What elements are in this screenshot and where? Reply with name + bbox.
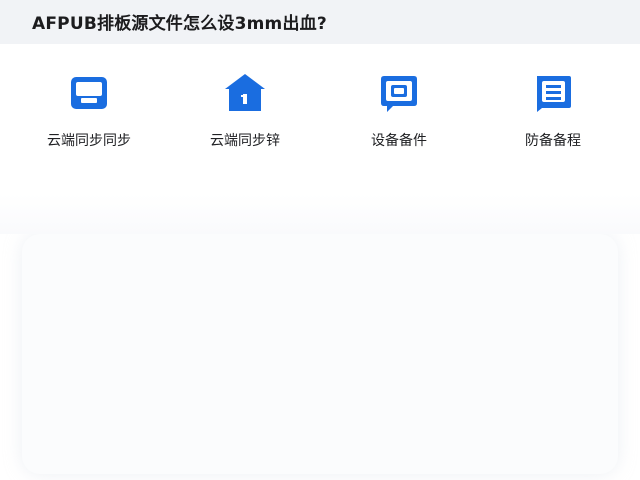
tile-device-parts[interactable]: 设备备件	[324, 64, 474, 182]
main-panel: 云端同步同步 云端同步锌 设备备件 防备备程	[0, 44, 640, 480]
tile-label: 防备备程	[525, 133, 581, 149]
tile-backup-process[interactable]: 防备备程	[478, 64, 628, 182]
document-icon	[532, 72, 574, 114]
page-title: AFPUB排板源文件怎么设3mm出血?	[32, 14, 327, 34]
tile-label: 云端同步锌	[210, 133, 280, 149]
tile-label: 设备备件	[371, 133, 427, 149]
tray-icon	[68, 72, 110, 114]
tile-cloud-sync[interactable]: 云端同步同步	[14, 64, 164, 182]
header: AFPUB排板源文件怎么设3mm出血?	[0, 0, 640, 44]
page: AFPUB排板源文件怎么设3mm出血? 云端同步同步 云端同步锌 设备备件 防备…	[0, 0, 640, 480]
tile-cloud-sync-home[interactable]: 云端同步锌	[170, 64, 320, 182]
tile-label: 云端同步同步	[47, 133, 131, 149]
home-icon	[224, 72, 266, 114]
feature-tiles: 云端同步同步 云端同步锌 设备备件 防备备程	[0, 44, 640, 194]
device-icon	[378, 72, 420, 114]
content-card	[22, 234, 618, 474]
